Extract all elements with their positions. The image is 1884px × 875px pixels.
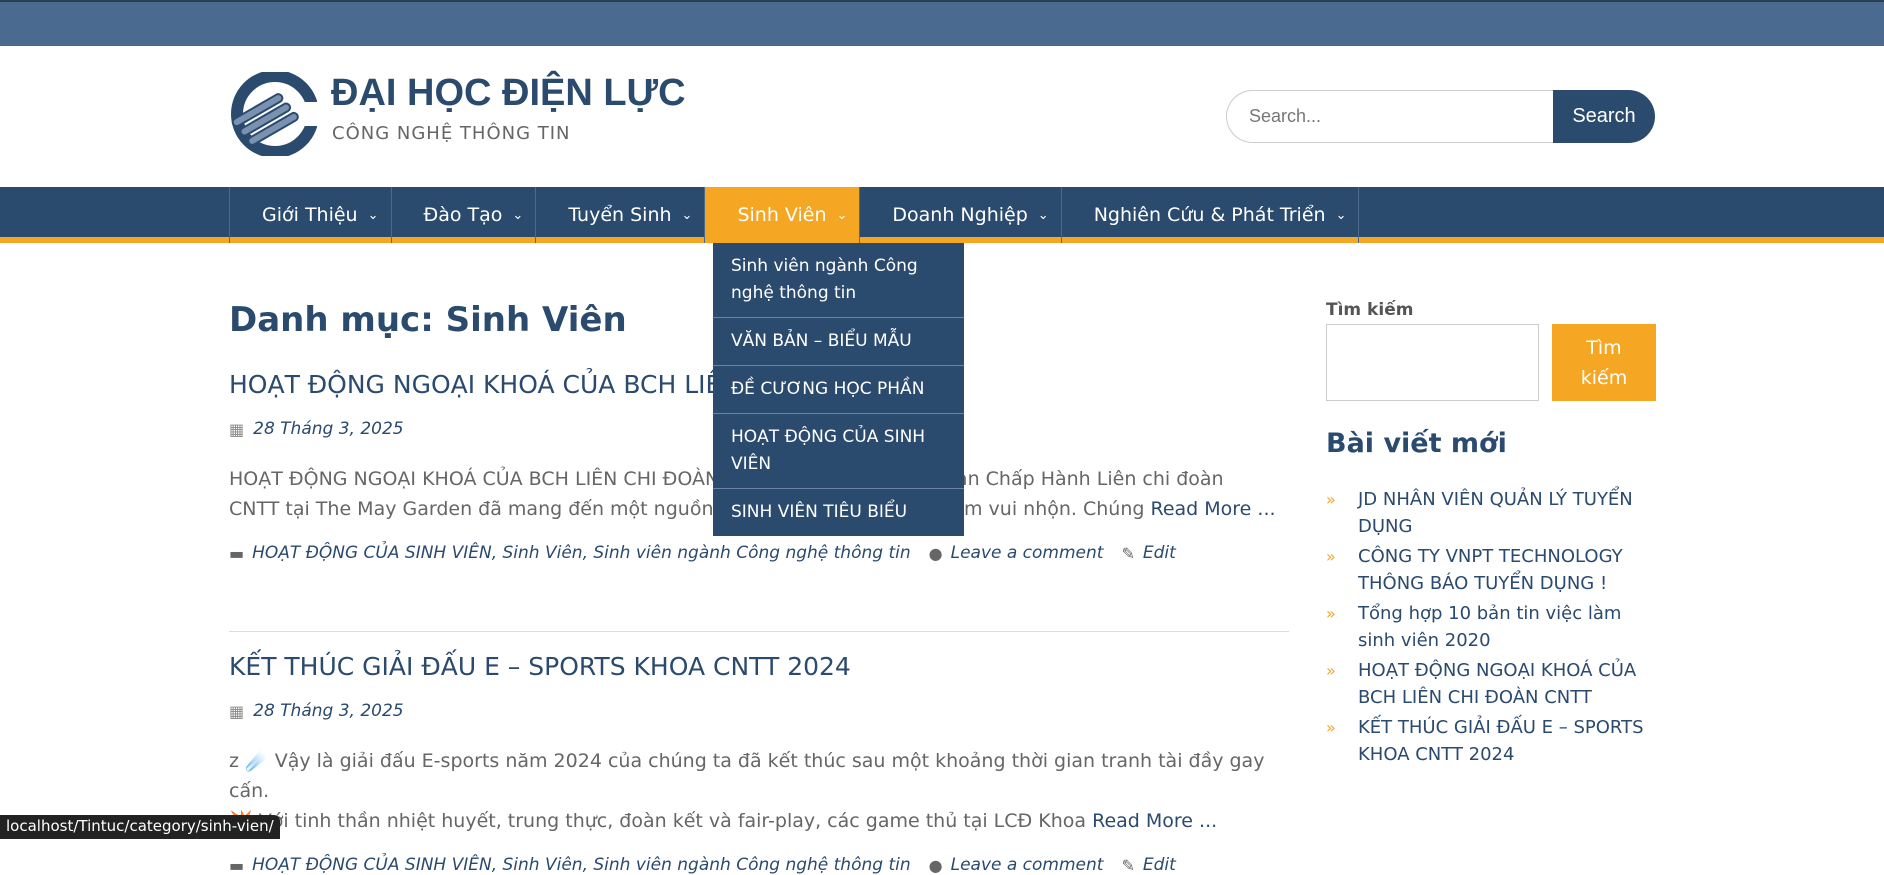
sidebar-search-input[interactable]	[1326, 324, 1539, 401]
nav-item-doanh-nghiep[interactable]: Doanh Nghiệp ⌄	[860, 187, 1062, 243]
read-more-link[interactable]: Read More ...	[1150, 498, 1275, 520]
post-categories[interactable]: HOẠT ĐỘNG CỦA SINH VIÊN, Sinh Viên, Sinh…	[252, 543, 911, 563]
post-date-text[interactable]: 28 Tháng 3, 2025	[253, 419, 403, 439]
header-search-button[interactable]: Search	[1553, 90, 1655, 143]
recent-post-link[interactable]: HOẠT ĐỘNG NGOẠI KHOÁ CỦA BCH LIÊN CHI ĐO…	[1358, 657, 1656, 711]
chevron-down-icon: ⌄	[836, 207, 848, 223]
comment-icon: ●	[928, 543, 943, 563]
page-title: Danh mục: Sinh Viên	[229, 300, 627, 340]
sinh-vien-dropdown-menu: Sinh viên ngành Công nghệ thông tin VĂN …	[713, 243, 964, 536]
edit-icon: ✎	[1121, 543, 1135, 563]
nav-item-nghien-cuu[interactable]: Nghiên Cứu & Phát Triển ⌄	[1062, 187, 1360, 243]
nav-item-dao-tao[interactable]: Đào Tạo ⌄	[392, 187, 537, 243]
header-search-input[interactable]: Search...	[1226, 90, 1554, 143]
site-title[interactable]: ĐẠI HỌC ĐIỆN LỰC	[331, 72, 686, 115]
folder-icon: ▬	[229, 543, 245, 563]
double-chevron-right-icon: »	[1326, 718, 1336, 737]
nav-label: Tuyển Sinh	[568, 204, 672, 226]
post-meta: ▬ HOẠT ĐỘNG CỦA SINH VIÊN, Sinh Viên, Sin…	[229, 543, 1289, 563]
excerpt-text: CNTT tại The May Garden đã mang đến một …	[229, 498, 732, 520]
chevron-down-icon: ⌄	[512, 207, 524, 223]
excerpt-text: a Ban Chấp Hành Liên chi đoàn	[925, 468, 1224, 490]
sidebar: Tìm kiếm Tìm kiếm Bài viết mới » JD NHÂN …	[1326, 300, 1656, 765]
post-categories[interactable]: HOẠT ĐỘNG CỦA SINH VIÊN, Sinh Viên, Sinh…	[252, 855, 911, 875]
recent-post-item[interactable]: » CÔNG TY VNPT TECHNOLOGY THÔNG BÁO TUYỂN…	[1326, 543, 1656, 597]
edit-icon: ✎	[1121, 855, 1135, 875]
leave-comment-link[interactable]: Leave a comment	[951, 855, 1104, 875]
comment-icon: ●	[928, 855, 943, 875]
nav-label: Nghiên Cứu & Phát Triển	[1093, 204, 1326, 226]
recent-post-item[interactable]: » KẾT THÚC GIẢI ĐẤU E – SPORTS KHOA CNTT …	[1326, 714, 1656, 768]
nav-label: Doanh Nghiệp	[892, 204, 1028, 226]
post-meta: ▬ HOẠT ĐỘNG CỦA SINH VIÊN, Sinh Viên, Sin…	[229, 855, 1289, 875]
edit-link[interactable]: Edit	[1143, 855, 1176, 875]
chevron-down-icon: ⌄	[1037, 207, 1049, 223]
excerpt-text: z ☄️ Vậy là giải đấu E-sports năm 2024 c…	[229, 750, 1265, 802]
chevron-down-icon: ⌄	[681, 207, 693, 223]
recent-posts-heading: Bài viết mới	[1326, 428, 1507, 459]
chevron-down-icon: ⌄	[367, 207, 379, 223]
recent-post-link[interactable]: KẾT THÚC GIẢI ĐẤU E – SPORTS KHOA CNTT 2…	[1358, 714, 1656, 768]
nav-label: Đào Tạo	[423, 204, 503, 226]
search-placeholder: Search...	[1249, 106, 1322, 126]
dropdown-item-tieu-bieu[interactable]: SINH VIÊN TIÊU BIỂU	[713, 489, 964, 536]
nav-item-tuyen-sinh[interactable]: Tuyển Sinh ⌄	[536, 187, 706, 243]
nav-label: Giới Thiệu	[262, 204, 358, 226]
nav-label: Sinh Viên	[737, 204, 827, 226]
nav-item-sinh-vien[interactable]: Sinh Viên ⌄	[705, 187, 861, 243]
post-excerpt: z ☄️ Vậy là giải đấu E-sports năm 2024 c…	[229, 746, 1289, 836]
calendar-icon: ▦	[229, 701, 245, 721]
recent-post-link[interactable]: Tổng hợp 10 bản tin việc làm sinh viên 2…	[1358, 600, 1656, 654]
top-bar	[0, 0, 1884, 46]
nav-item-gioi-thieu[interactable]: Giới Thiệu ⌄	[230, 187, 392, 243]
dropdown-item-sv-cntt[interactable]: Sinh viên ngành Công nghệ thông tin	[713, 243, 964, 318]
post-date: ▦ 28 Tháng 3, 2025	[229, 701, 1289, 721]
double-chevron-right-icon: »	[1326, 661, 1336, 680]
recent-posts-list: » JD NHÂN VIÊN QUẢN LÝ TUYỂN DỤNG » CÔNG T…	[1326, 486, 1656, 771]
post-article: KẾT THÚC GIẢI ĐẤU E – SPORTS KHOA CNTT 2…	[229, 652, 1289, 875]
browser-status-bar: localhost/Tintuc/category/sinh-vien/	[0, 815, 280, 839]
recent-post-link[interactable]: JD NHÂN VIÊN QUẢN LÝ TUYỂN DỤNG	[1358, 486, 1656, 540]
sidebar-search-label: Tìm kiếm	[1326, 300, 1414, 320]
double-chevron-right-icon: »	[1326, 490, 1336, 509]
recent-post-item[interactable]: » HOẠT ĐỘNG NGOẠI KHOÁ CỦA BCH LIÊN CHI Đ…	[1326, 657, 1656, 711]
post-divider	[229, 631, 1289, 632]
edit-link[interactable]: Edit	[1143, 543, 1176, 563]
recent-post-item[interactable]: » Tổng hợp 10 bản tin việc làm sinh viên …	[1326, 600, 1656, 654]
calendar-icon: ▦	[229, 419, 245, 439]
excerpt-text: HOẠT ĐỘNG NGOẠI KHOÁ CỦA BCH LIÊN CHI ĐO…	[229, 468, 726, 490]
dropdown-item-hoat-dong[interactable]: HOẠT ĐỘNG CỦA SINH VIÊN	[713, 414, 964, 489]
site-logo[interactable]	[229, 72, 317, 156]
leave-comment-link[interactable]: Leave a comment	[951, 543, 1104, 563]
folder-icon: ▬	[229, 855, 245, 875]
main-navigation: Giới Thiệu ⌄ Đào Tạo ⌄ Tuyển Sinh ⌄ Sinh Vi…	[0, 187, 1884, 243]
sidebar-search-button[interactable]: Tìm kiếm	[1552, 324, 1656, 401]
dropdown-item-de-cuong[interactable]: ĐỀ CƯƠNG HỌC PHẦN	[713, 366, 964, 414]
site-description: CÔNG NGHỆ THÔNG TIN	[332, 123, 571, 144]
chevron-down-icon: ⌄	[1335, 207, 1347, 223]
dropdown-item-van-ban[interactable]: VĂN BẢN – BIỂU MẪU	[713, 318, 964, 366]
recent-post-link[interactable]: CÔNG TY VNPT TECHNOLOGY THÔNG BÁO TUYỂN …	[1358, 543, 1656, 597]
post-title-link[interactable]: KẾT THÚC GIẢI ĐẤU E – SPORTS KHOA CNTT 2…	[229, 652, 1289, 681]
double-chevron-right-icon: »	[1326, 547, 1336, 566]
double-chevron-right-icon: »	[1326, 604, 1336, 623]
post-date-text[interactable]: 28 Tháng 3, 2025	[253, 701, 403, 721]
read-more-link[interactable]: Read More ...	[1092, 810, 1217, 832]
recent-post-item[interactable]: » JD NHÂN VIÊN QUẢN LÝ TUYỂN DỤNG	[1326, 486, 1656, 540]
excerpt-text: 💥 Với tinh thần nhiệt huyết, trung thực,…	[229, 810, 1093, 832]
